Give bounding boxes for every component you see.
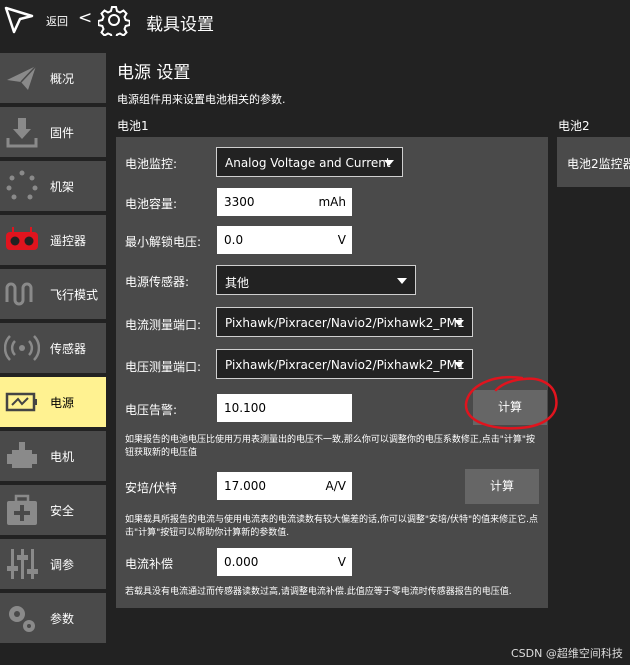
sliders-icon: [7, 549, 38, 579]
sidebar-item-parameters[interactable]: 参数: [0, 593, 106, 643]
sidebar-item-label: 概况: [50, 72, 75, 86]
amps-per-volt-label: 安培/伏特: [125, 481, 178, 495]
sidebar-item-label: 调参: [50, 558, 75, 572]
battery-monitor-label: 电池监控:: [125, 157, 178, 171]
chevron-down-icon: [384, 160, 394, 166]
section-title: 电源 设置: [117, 63, 191, 83]
gear-icon: [98, 6, 130, 36]
battery2-panel: 电池2监控器: [557, 137, 630, 187]
sidebar-item-airframe[interactable]: 机架: [0, 161, 106, 211]
back-arrow-icon[interactable]: <: [78, 8, 92, 28]
back-button[interactable]: 返回: [46, 13, 68, 29]
sidebar-item-label: 电机: [50, 450, 75, 464]
chevron-down-icon: [397, 278, 407, 284]
sidebar-item-summary[interactable]: 概况: [0, 53, 106, 103]
battery2-monitor-label: 电池2监控器: [567, 157, 630, 171]
battery1-label: 电池1: [117, 119, 149, 133]
chevron-down-icon: [454, 320, 464, 326]
amp-offset-value: 0.000: [224, 555, 259, 569]
power-sensor-select[interactable]: 其他: [216, 265, 416, 295]
sidebar-item-label: 电源: [50, 396, 75, 410]
sidebar-item-radio[interactable]: 遥控器: [0, 215, 106, 265]
annotation-circle: [464, 375, 558, 430]
sidebar-item-label: 安全: [50, 504, 75, 518]
current-port-value: Pixhawk/Pixracer/Navio2/Pixhawk2_PM1: [225, 316, 465, 330]
min-arm-voltage-value: 0.0: [224, 233, 244, 247]
qgc-logo-icon[interactable]: [4, 6, 34, 34]
power-sensor-value: 其他: [225, 276, 250, 290]
sidebar-item-safety[interactable]: 安全: [0, 485, 106, 535]
battery-capacity-unit: mAh: [318, 195, 346, 209]
paper-plane-icon: [7, 65, 37, 90]
power-sensor-label: 电源传感器:: [125, 275, 190, 289]
amp-offset-unit: V: [337, 555, 346, 569]
sidebar-item-label: 遥控器: [50, 234, 87, 248]
voltage-multiplier-value: 10.100: [224, 401, 266, 415]
section-description: 电源组件用来设置电池相关的参数.: [117, 93, 286, 106]
sidebar-item-label: 机架: [50, 180, 75, 194]
sidebar-item-label: 传感器: [50, 342, 87, 356]
min-arm-voltage-label: 最小解锁电压:: [125, 235, 202, 249]
sidebar-item-label: 固件: [50, 126, 75, 140]
sidebar-item-label: 飞行模式: [50, 288, 99, 302]
sidebar-item-flight-modes[interactable]: 飞行模式: [0, 269, 106, 319]
chevron-down-icon: [454, 362, 464, 368]
voltage-help-text: 如果报告的电池电压比使用万用表测量出的电压不一致,那么你可以调整你的电压系数修正…: [125, 435, 536, 458]
amps-per-volt-input[interactable]: 17.000 A/V: [217, 472, 352, 500]
voltage-port-select[interactable]: Pixhawk/Pixracer/Navio2/Pixhawk2_PM1: [216, 349, 473, 379]
battery-capacity-value: 3300: [224, 195, 255, 209]
airframe-icon: [6, 170, 38, 200]
motor-icon: [7, 442, 37, 468]
amps-per-volt-unit: A/V: [325, 479, 346, 493]
calculate-amps-button[interactable]: 计算: [465, 469, 539, 504]
amp-offset-input[interactable]: 0.000 V: [217, 548, 352, 576]
amps-per-volt-value: 17.000: [224, 479, 266, 493]
battery-icon: [5, 392, 37, 412]
voltage-multiplier-input[interactable]: 10.100: [217, 394, 352, 422]
sidebar-item-sensors[interactable]: 传感器: [0, 323, 106, 373]
offset-help-text: 若载具没有电流通过而传感器读数过高,请调整电流补偿.此值应等于零电流时传感器报告…: [125, 587, 512, 597]
amps-help-text: 如果载具所报告的电流与使用电流表的电流读数有较大偏差的话,你可以调整"安培/伏特…: [125, 515, 539, 538]
sidebar-item-label: 参数: [50, 612, 75, 626]
min-arm-voltage-unit: V: [337, 233, 346, 247]
sensors-icon: [4, 335, 40, 361]
sidebar-item-firmware[interactable]: 固件: [0, 107, 106, 157]
first-aid-icon: [7, 494, 37, 525]
top-toolbar: 返回 < 载具设置: [0, 0, 630, 40]
min-arm-voltage-input[interactable]: 0.0 V: [217, 226, 352, 254]
amp-offset-label: 电流补偿: [125, 557, 174, 571]
voltage-port-label: 电压测量端口:: [125, 360, 202, 374]
battery2-label: 电池2: [558, 119, 590, 133]
battery-capacity-label: 电池容量:: [125, 197, 178, 211]
page-title: 载具设置: [146, 15, 214, 35]
radio-controller-icon: [6, 227, 38, 250]
current-port-select[interactable]: Pixhawk/Pixracer/Navio2/Pixhawk2_PM1: [216, 307, 473, 337]
flight-modes-icon: [5, 282, 33, 306]
sidebar-item-tuning[interactable]: 调参: [0, 539, 106, 589]
gears-icon: [9, 606, 35, 632]
watermark: CSDN @超维空间科技: [511, 647, 623, 660]
battery-monitor-value: Analog Voltage and Current: [225, 156, 391, 170]
sidebar-item-motors[interactable]: 电机: [0, 431, 106, 481]
current-port-label: 电流测量端口:: [125, 318, 202, 332]
battery-capacity-input[interactable]: 3300 mAh: [217, 188, 352, 216]
voltage-port-value: Pixhawk/Pixracer/Navio2/Pixhawk2_PM1: [225, 358, 465, 372]
battery-monitor-select[interactable]: Analog Voltage and Current: [216, 147, 403, 177]
voltage-multiplier-label: 电压告警:: [125, 403, 178, 417]
download-icon: [6, 118, 38, 148]
sidebar-item-power[interactable]: 电源: [0, 377, 106, 427]
